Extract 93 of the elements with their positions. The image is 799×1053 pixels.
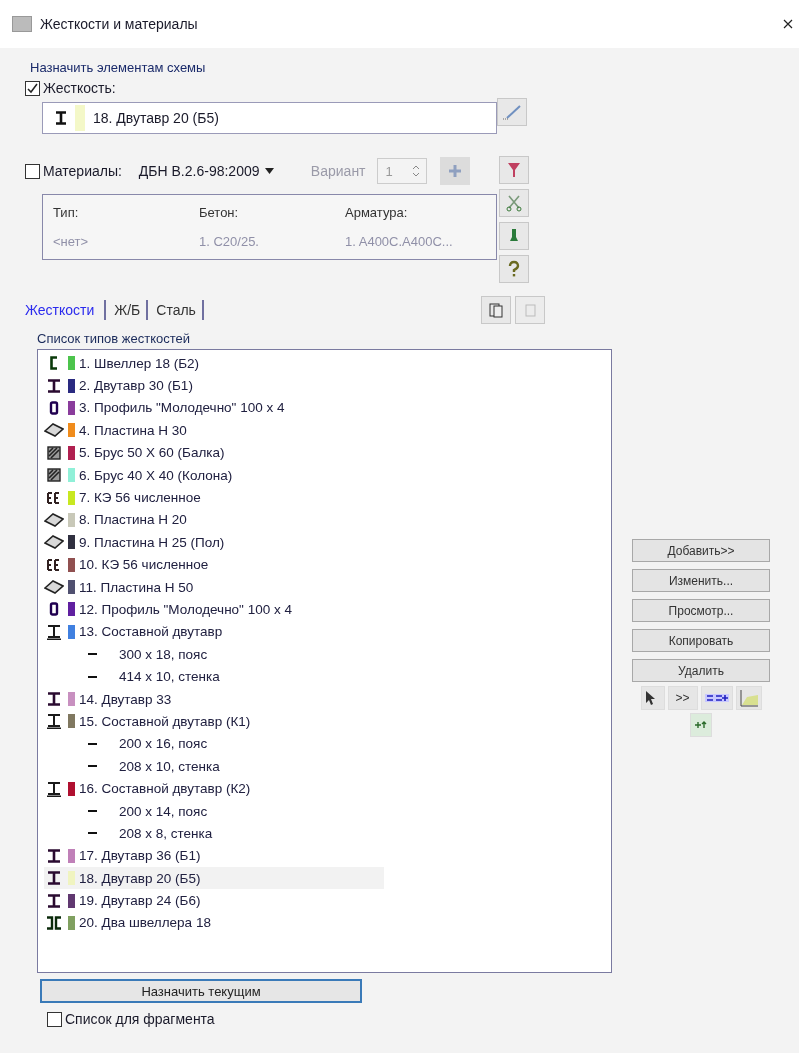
list-item[interactable]: 14. Двутавр 33 [44, 687, 384, 711]
list-item[interactable]: 5. Брус 50 Х 60 (Балка) [44, 441, 384, 464]
stiffness-checkbox[interactable] [25, 80, 40, 96]
dash-icon [88, 765, 97, 768]
current-stiffness-field[interactable]: 18. Двутавр 20 (Б5) [42, 102, 497, 134]
pencil-icon[interactable] [497, 98, 527, 126]
list-item[interactable]: 11. Пластина Н 50 [44, 575, 384, 599]
side-button[interactable]: Изменить... [632, 569, 770, 592]
i-beam-icon [47, 692, 61, 707]
column-header: Бетон: [199, 205, 240, 220]
i-beam-icon [47, 848, 61, 863]
list-item[interactable]: 300 х 18, пояс [44, 643, 428, 666]
hatched-square-icon [47, 468, 61, 483]
list-item[interactable]: 7. КЭ 56 численное [44, 486, 384, 509]
list-item[interactable]: 19. Двутавр 24 (Б6) [44, 889, 384, 912]
list-item[interactable]: 414 х 10, стенка [44, 665, 428, 688]
list-item[interactable]: 13. Составной двутавр [44, 620, 384, 644]
list-item[interactable]: 3. Профиль "Молодечно" 100 х 4 [44, 396, 384, 420]
list-item[interactable]: 2. Двутавр 30 (Б1) [44, 374, 384, 397]
side-button[interactable]: Копировать [632, 629, 770, 652]
help-icon[interactable] [499, 255, 529, 283]
variant-label: Вариант [310, 163, 366, 179]
scissors-icon[interactable] [499, 189, 529, 217]
tab[interactable]: Сталь [154, 300, 204, 320]
checkbox-label: Список для фрагмента [65, 1011, 215, 1027]
pin-icon[interactable] [499, 222, 529, 250]
dash-icon [88, 675, 97, 678]
plate-icon [44, 580, 64, 595]
list-item[interactable]: 208 х 10, стенка [44, 755, 428, 778]
list-title: Список типов жесткостей [37, 331, 192, 348]
list-item[interactable]: 20. Два швеллера 18 [44, 911, 384, 935]
list-item[interactable]: 9. Пластина Н 25 (Пол) [44, 531, 384, 554]
plate-icon [44, 423, 64, 438]
i-beam-icon [47, 713, 61, 730]
fragment-checkbox[interactable] [47, 1011, 62, 1027]
list-item[interactable]: 18. Двутавр 20 (Б5) [44, 867, 384, 890]
list-item[interactable]: 17. Двутавр 36 (Б1) [44, 844, 384, 867]
dash-icon [88, 653, 97, 656]
assign-current-button[interactable]: Назначить текущим [40, 979, 362, 1003]
i-beam-icon [47, 623, 61, 640]
sum-icon[interactable] [700, 686, 733, 710]
side-button[interactable]: Просмотр... [632, 599, 770, 622]
window-icon [12, 16, 32, 32]
add-icon[interactable] [439, 157, 470, 185]
tube-icon [49, 400, 59, 415]
chart-icon[interactable] [735, 686, 762, 710]
column-header: Арматура: [345, 205, 409, 220]
i-beam-icon [47, 871, 61, 886]
checkbox-label: Материалы: [43, 163, 122, 179]
tab[interactable]: Ж/Б [112, 300, 149, 320]
material-value: 1. C20/25. [199, 234, 260, 249]
i-beam-icon [55, 111, 67, 125]
tube-icon [49, 602, 59, 617]
dash-icon [88, 742, 97, 745]
copy-icon[interactable] [481, 296, 511, 324]
section-heading: Назначить элементам схемы [30, 60, 207, 77]
list-item[interactable]: 12. Профиль "Молодечно" 100 х 4 [44, 598, 384, 621]
material-value: <нет> [53, 234, 90, 249]
window-title: Жесткости и материалы [40, 16, 199, 32]
filter-icon[interactable] [499, 156, 529, 184]
double-channel-icon [46, 915, 62, 930]
list-item[interactable]: 8. Пластина Н 20 [44, 508, 384, 532]
tab[interactable]: Жесткости [25, 300, 107, 320]
material-value: 1. A400C.A400C... [345, 234, 454, 249]
plate-icon [44, 535, 64, 550]
list-item[interactable]: 6. Брус 40 Х 40 (Колона) [44, 463, 384, 487]
list-item[interactable]: 208 х 8, стенка [44, 822, 428, 845]
side-button[interactable]: Добавить>> [632, 539, 770, 562]
list-item[interactable]: 15. Составной двутавр (К1) [44, 710, 384, 733]
dash-icon [88, 810, 97, 812]
hatched-square-icon [47, 445, 61, 460]
i-beam-icon [47, 893, 61, 908]
side-button[interactable]: Удалить [632, 659, 770, 682]
plate-icon [44, 512, 64, 527]
cursor-icon[interactable] [640, 686, 665, 710]
list-item[interactable]: 200 х 16, пояс [44, 732, 428, 756]
list-item[interactable]: 1. Швеллер 18 (Б2) [44, 352, 384, 375]
close-icon[interactable] [783, 19, 793, 29]
column-header: Тип: [53, 205, 80, 220]
list-item[interactable]: 200 х 14, пояс [44, 799, 428, 823]
caret-icon [264, 168, 274, 174]
checkbox-label: Жесткость: [43, 80, 116, 96]
plus-icon[interactable] [690, 713, 712, 737]
list-item[interactable]: 10. КЭ 56 численное [44, 553, 384, 576]
list-item[interactable]: 16. Составной двутавр (К2) [44, 777, 384, 800]
i-beam-icon [47, 378, 61, 393]
channel-icon [49, 356, 59, 371]
list-item[interactable]: 4. Пластина Н 30 [44, 419, 384, 442]
move-button[interactable]: >> [667, 686, 698, 710]
mesh-icon [46, 490, 62, 505]
i-beam-icon [47, 780, 61, 797]
mesh-icon [46, 557, 62, 572]
dash-icon [88, 832, 97, 835]
